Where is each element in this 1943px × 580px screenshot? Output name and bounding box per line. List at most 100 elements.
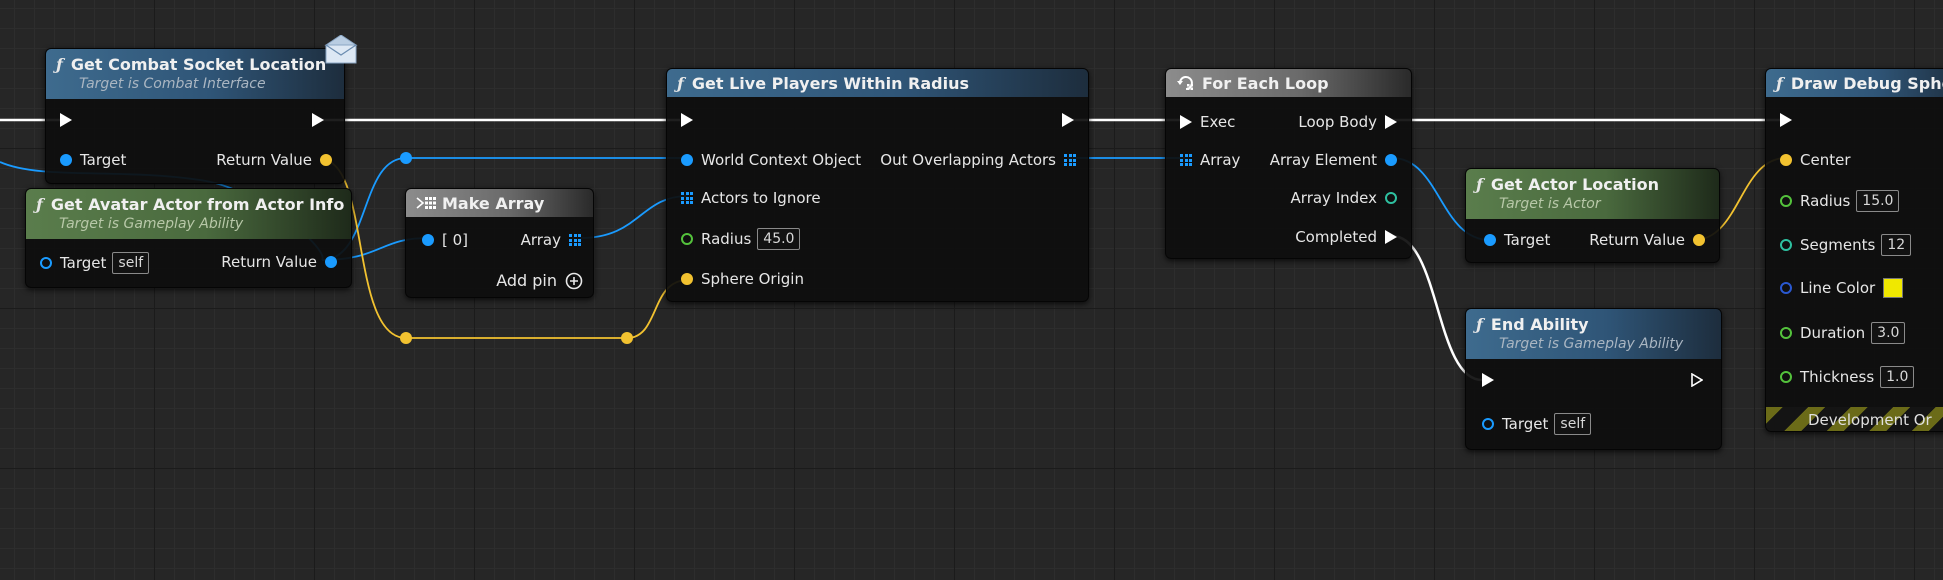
node-title: End Ability bbox=[1490, 315, 1589, 334]
node-title: Get Actor Location bbox=[1490, 175, 1660, 194]
thickness-value-field[interactable]: 1.0 bbox=[1880, 366, 1915, 388]
add-pin-button[interactable]: Add pin bbox=[496, 271, 583, 290]
node-title: Make Array bbox=[442, 194, 545, 213]
vector-pin-icon bbox=[1780, 154, 1792, 166]
exec-input-pin[interactable] bbox=[60, 113, 72, 127]
pin-line-color[interactable]: Line Color bbox=[1780, 278, 1904, 298]
pin-thickness[interactable]: Thickness 1.0 bbox=[1780, 366, 1915, 388]
node-header[interactable]: ƒ Get Avatar Actor from Actor Info Target… bbox=[26, 189, 351, 239]
radius-value-field[interactable]: 45.0 bbox=[757, 228, 801, 250]
pin-center[interactable]: Center bbox=[1780, 151, 1851, 169]
object-pin-icon bbox=[325, 256, 337, 268]
pin-target[interactable]: Target bbox=[60, 151, 126, 169]
pin-duration[interactable]: Duration 3.0 bbox=[1780, 322, 1906, 344]
pin-label: Return Value bbox=[1589, 231, 1685, 249]
node-get-combat-socket-location[interactable]: ƒ Get Combat Socket Location Target is Co… bbox=[45, 35, 358, 184]
pin-label: Array bbox=[1200, 151, 1241, 169]
pin-world-context-object[interactable]: World Context Object bbox=[681, 151, 861, 169]
duration-value-field[interactable]: 3.0 bbox=[1871, 322, 1906, 344]
pin-radius[interactable]: Radius 45.0 bbox=[681, 228, 801, 250]
target-default-field[interactable]: self bbox=[1554, 413, 1592, 435]
pin-return-value[interactable]: Return Value bbox=[216, 151, 332, 169]
reroute-node-vector[interactable] bbox=[400, 332, 412, 344]
float-pin-icon bbox=[1780, 327, 1792, 339]
array-pin-icon bbox=[1064, 154, 1076, 166]
pin-array[interactable]: Array bbox=[1180, 151, 1240, 169]
pin-array-output[interactable]: Array bbox=[521, 231, 581, 249]
node-get-actor-location[interactable]: ƒ Get Actor Location Target is Actor Targ… bbox=[1465, 168, 1720, 263]
object-pin-icon bbox=[1385, 154, 1397, 166]
pin-target[interactable]: Target self bbox=[1482, 413, 1592, 435]
pin-radius[interactable]: Radius 15.0 bbox=[1780, 190, 1900, 212]
pin-label: [ 0] bbox=[442, 231, 469, 249]
pin-array-index[interactable]: Array Index bbox=[1291, 189, 1397, 207]
pin-array-element[interactable]: Array Element bbox=[1270, 151, 1397, 169]
message-envelope-icon bbox=[324, 35, 358, 64]
pin-label: Radius bbox=[701, 230, 752, 248]
exec-pin-icon bbox=[1385, 230, 1397, 244]
reroute-node-vector[interactable] bbox=[621, 332, 633, 344]
node-get-live-players-within-radius[interactable]: ƒ Get Live Players Within Radius World Co… bbox=[666, 68, 1089, 302]
pin-target[interactable]: Target bbox=[1484, 231, 1550, 249]
exec-pin-icon bbox=[681, 113, 693, 127]
pin-label: Segments bbox=[1800, 236, 1876, 254]
pin-return-value[interactable]: Return Value bbox=[1589, 231, 1705, 249]
object-pin-icon bbox=[40, 257, 52, 269]
pin-label: Actors to Ignore bbox=[701, 189, 821, 207]
node-header[interactable]: ƒ Get Actor Location Target is Actor bbox=[1466, 169, 1719, 219]
function-icon: ƒ bbox=[677, 74, 684, 93]
array-pin-icon bbox=[1180, 154, 1192, 166]
node-for-each-loop[interactable]: For Each Loop Exec Loop Body Array Array… bbox=[1165, 68, 1412, 259]
pin-exec[interactable]: Exec bbox=[1180, 113, 1235, 131]
node-end-ability[interactable]: ƒ End Ability Target is Gameplay Ability … bbox=[1465, 308, 1722, 450]
node-header[interactable]: For Each Loop bbox=[1166, 69, 1411, 97]
exec-output-pin[interactable] bbox=[312, 113, 324, 127]
exec-input-pin[interactable] bbox=[681, 113, 693, 127]
pin-label: Target bbox=[60, 254, 107, 272]
vector-pin-icon bbox=[1693, 234, 1705, 246]
pin-actors-to-ignore[interactable]: Actors to Ignore bbox=[681, 189, 821, 207]
exec-pin-icon bbox=[312, 113, 324, 127]
float-pin-icon bbox=[681, 233, 693, 245]
blueprint-graph-canvas[interactable]: ƒ Get Combat Socket Location Target is Co… bbox=[0, 0, 1943, 580]
exec-output-pin[interactable] bbox=[1062, 113, 1074, 127]
object-pin-icon bbox=[681, 154, 693, 166]
node-draw-debug-sphere[interactable]: ƒ Draw Debug Sphe Center Radius 15.0 Segm… bbox=[1765, 68, 1943, 432]
node-subtitle: Target is Gameplay Ability bbox=[59, 216, 244, 232]
node-header[interactable]: ƒ Draw Debug Sphe bbox=[1766, 69, 1943, 97]
pin-label: Thickness bbox=[1800, 368, 1875, 386]
exec-pin-outline-icon bbox=[1691, 373, 1703, 387]
exec-pin-icon bbox=[1062, 113, 1074, 127]
pin-sphere-origin[interactable]: Sphere Origin bbox=[681, 270, 804, 288]
pin-label: Return Value bbox=[216, 151, 312, 169]
pin-loop-body[interactable]: Loop Body bbox=[1298, 113, 1397, 131]
node-get-avatar-actor[interactable]: ƒ Get Avatar Actor from Actor Info Target… bbox=[25, 188, 352, 288]
pin-out-overlapping-actors[interactable]: Out Overlapping Actors bbox=[880, 151, 1076, 169]
node-header[interactable]: ƒ Get Live Players Within Radius bbox=[667, 69, 1088, 97]
segments-value-field[interactable]: 12 bbox=[1881, 234, 1912, 256]
add-pin-label: Add pin bbox=[496, 271, 557, 290]
node-header[interactable]: ƒ End Ability Target is Gameplay Ability bbox=[1466, 309, 1721, 359]
node-header[interactable]: ƒ Get Combat Socket Location Target is Co… bbox=[46, 49, 344, 99]
exec-output-pin[interactable] bbox=[1691, 373, 1703, 387]
node-title: Draw Debug Sphe bbox=[1790, 74, 1943, 93]
function-icon: ƒ bbox=[1776, 74, 1783, 93]
target-default-field[interactable]: self bbox=[112, 252, 150, 274]
exec-input-pin[interactable] bbox=[1482, 373, 1494, 387]
object-pin-icon bbox=[1484, 234, 1496, 246]
line-color-swatch[interactable] bbox=[1883, 278, 1904, 298]
node-make-array[interactable]: Make Array [ 0] Array Add pin bbox=[405, 188, 594, 298]
pin-label: Radius bbox=[1800, 192, 1851, 210]
loop-icon bbox=[1177, 76, 1193, 90]
pin-return-value[interactable]: Return Value bbox=[221, 253, 337, 271]
reroute-node-object[interactable] bbox=[400, 152, 412, 164]
pin-array-index-0[interactable]: [ 0] bbox=[422, 231, 468, 249]
pin-completed[interactable]: Completed bbox=[1295, 228, 1397, 246]
radius-value-field[interactable]: 15.0 bbox=[1856, 190, 1900, 212]
pin-segments[interactable]: Segments 12 bbox=[1780, 234, 1912, 256]
vector-pin-icon bbox=[681, 273, 693, 285]
pin-target[interactable]: Target self bbox=[40, 252, 150, 274]
exec-input-pin[interactable] bbox=[1780, 113, 1792, 127]
node-header[interactable]: Make Array bbox=[406, 189, 593, 217]
pin-label: Array Index bbox=[1290, 189, 1377, 207]
